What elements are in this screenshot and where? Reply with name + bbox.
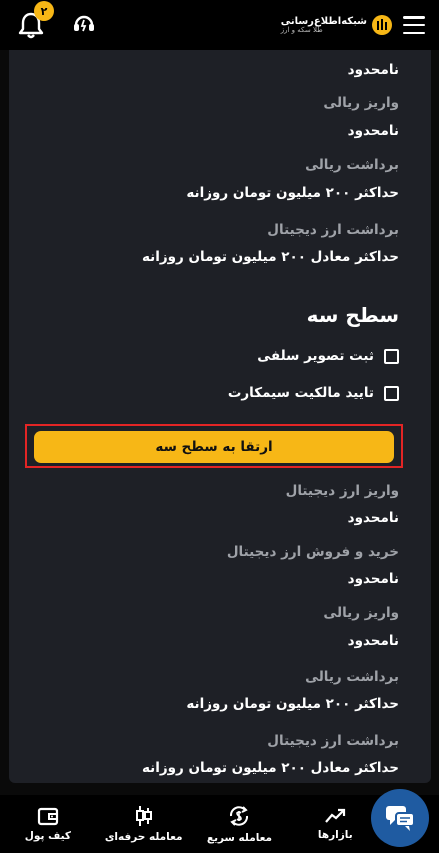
chat-icon [386,806,415,831]
candles-icon [135,806,152,826]
requirement-checkbox[interactable] [384,348,399,364]
wallet-icon [37,807,58,826]
trend-icon [325,808,346,823]
nav-label: معامله سریع [206,832,273,844]
limit-label: برداشت ریالی [305,669,399,685]
requirement-checkbox[interactable] [384,385,399,401]
requirement-item[interactable]: تایید مالکیت سیمکارت [228,385,399,401]
limit-label: برداشت ارز دیجیتال [267,733,399,749]
limit-label: برداشت ارز دیجیتال [267,222,399,238]
section-title: سطح سه [306,303,399,327]
limit-label: واریز ارز دیجیتال [285,483,399,499]
nav-item-pro-trade[interactable]: معامله حرفه‌ای [104,805,184,843]
limit-value: نامحدود [347,123,399,139]
nav-label: کیف پول [24,830,71,842]
requirement-label: تایید مالکیت سیمکارت [227,385,374,401]
nav-item-markets[interactable]: بازارها [295,807,375,841]
limit-label: واریز ریالی [323,605,399,621]
notification-badge: ۲ [34,1,54,21]
exchange-icon [230,806,249,826]
limit-value: نامحدود [347,571,399,587]
nav-item-wallet[interactable]: کیف پول [8,806,88,842]
limit-value: حداکثر معادل ۲۰۰ میلیون تومان روزانه [141,760,399,776]
notifications-button[interactable]: ۲ [18,1,54,39]
nav-label: بازارها [317,829,353,841]
nav-item-quick-trade[interactable]: معامله سریع [199,804,279,844]
headset-icon [74,15,94,32]
limit-value: حداکثر ۲۰۰ میلیون تومان روزانه [186,185,399,201]
limit-value: نامحدود [347,633,399,649]
level-details-panel: نامحدود واریز ریالی نامحدود برداشت ریالی… [9,50,431,783]
nav-label: معامله حرفه‌ای [104,831,183,843]
requirement-label: ثبت تصویر سلفی [257,348,374,364]
top-bar: ۲ شبکه‌اطلاع‌رسانی طلا سکه و ارز [0,0,439,50]
support-button[interactable] [72,11,96,39]
logo-icon [372,15,392,35]
limit-value: نامحدود [347,510,399,526]
logo-title: شبکه‌اطلاع‌رسانی [280,15,367,27]
limit-label: خرید و فروش ارز دیجیتال [226,544,399,560]
limit-value: نامحدود [347,62,399,78]
logo-subtitle: طلا سکه و ارز [280,25,323,34]
limit-label: واریز ریالی [323,95,399,111]
upgrade-button[interactable]: ارتقا به سطح سه [34,431,394,463]
chat-button[interactable] [371,789,429,847]
logo[interactable]: شبکه‌اطلاع‌رسانی طلا سکه و ارز [281,14,393,36]
limit-value: حداکثر معادل ۲۰۰ میلیون تومان روزانه [141,249,399,265]
requirement-item[interactable]: ثبت تصویر سلفی [257,348,399,364]
limit-value: حداکثر ۲۰۰ میلیون تومان روزانه [186,696,399,712]
limit-label: برداشت ریالی [305,157,399,173]
upgrade-highlight: ارتقا به سطح سه [25,424,403,468]
menu-button[interactable] [403,16,425,34]
